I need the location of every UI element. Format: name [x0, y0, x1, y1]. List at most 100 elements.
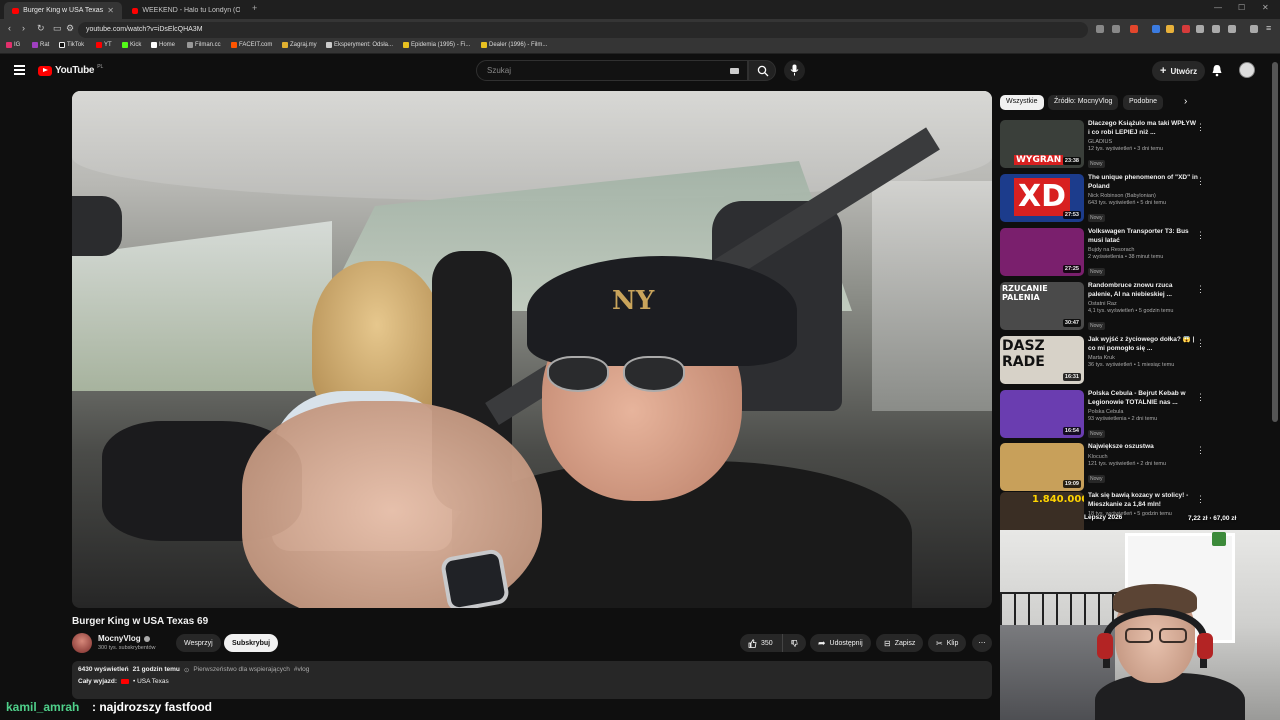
brave-shield-icon[interactable] [1130, 25, 1138, 33]
tab-inactive[interactable]: WEEKEND - Halo tu Londyn (Oficjaln... [124, 2, 248, 19]
recommendation-item[interactable]: DASZ RADE 16:31 Jak wyjść z życiowego dołk… [1000, 336, 1210, 386]
bookmark-item[interactable]: Filman.cc [187, 42, 221, 48]
close-tab-icon[interactable]: ✕ [107, 6, 114, 15]
video-thumbnail[interactable]: 19:09 [1000, 443, 1084, 491]
recommendation-title[interactable]: Tak się bawią kozacy w stolicy! - Mieszk… [1088, 492, 1198, 509]
recommendation-title[interactable]: The unique phenomenon of "XD" in Poland [1088, 174, 1198, 191]
more-vertical-icon[interactable]: ⋮ [1196, 494, 1205, 505]
install-icon[interactable] [1112, 25, 1120, 33]
notifications-bell-icon[interactable] [1211, 64, 1223, 77]
more-vertical-icon[interactable]: ⋮ [1196, 445, 1205, 456]
recommendation-channel[interactable]: GLADIUS [1088, 139, 1198, 145]
bookmark-item[interactable]: Rat [32, 42, 49, 48]
more-vertical-icon[interactable]: ⋮ [1196, 230, 1205, 241]
bookmark-item[interactable]: TikTok [59, 42, 84, 48]
forward-icon[interactable]: › [22, 23, 25, 33]
more-vertical-icon[interactable]: ⋮ [1196, 392, 1205, 403]
recommendation-channel[interactable]: Nick Robinson (Babylonian) [1088, 193, 1198, 199]
save-button[interactable]: ⊟ Zapisz [876, 634, 924, 652]
youtube-logo[interactable]: YouTube PL [38, 64, 103, 76]
support-button[interactable]: Wesprzyj [176, 634, 221, 652]
tab-active[interactable]: Burger King w USA Texas 69 ✕ [4, 2, 122, 19]
bookmark-item[interactable]: IG [6, 42, 20, 48]
bookmark-item[interactable]: Zagraj.my [282, 42, 317, 48]
recommendation-item[interactable]: 16:54 Polska Cebula - Bejrut Kebab w Legi… [1000, 390, 1210, 440]
extension-icon[interactable] [1152, 25, 1160, 33]
recommendation-channel[interactable]: Polska Cebula [1088, 409, 1198, 415]
recommendation-channel[interactable]: Klocuch [1088, 454, 1198, 460]
recommendation-item[interactable]: RZUCANIE PALENIA 30:47 Randombruce znowu r… [1000, 282, 1210, 332]
recommendation-item[interactable]: XD 27:53 The unique phenomenon of "XD" in … [1000, 174, 1210, 224]
recommendation-title[interactable]: Randombruce znowu rzuca palenie, AI na n… [1088, 282, 1198, 299]
bookmark-item[interactable]: Epidemia (1995) - Fi... [403, 42, 470, 48]
video-thumbnail[interactable]: 16:54 [1000, 390, 1084, 438]
video-thumbnail[interactable]: RZUCANIE PALENIA 30:47 [1000, 282, 1084, 330]
channel-name[interactable]: MocnyVlog [98, 634, 150, 643]
like-button[interactable]: 350 [740, 634, 782, 652]
playlist-link[interactable]: • USA Texas [133, 678, 169, 685]
site-info-icon[interactable]: ⚙ [66, 23, 74, 34]
extension-icon[interactable] [1182, 25, 1190, 33]
clip-button[interactable]: ✂ Klip [928, 634, 967, 652]
video-player[interactable]: NY [72, 91, 992, 608]
new-tab-icon[interactable]: + [252, 3, 257, 13]
bookmark-item[interactable]: Eksperyment: Odsła... [326, 42, 393, 48]
dislike-button[interactable] [782, 634, 806, 652]
extensions-puzzle-icon[interactable] [1196, 25, 1204, 33]
chip-all[interactable]: Wszystkie [1000, 95, 1044, 110]
back-icon[interactable]: ‹ [8, 23, 11, 33]
video-thumbnail[interactable]: DASZ RADE 16:31 [1000, 336, 1084, 384]
bookmark-item[interactable]: FACEIT.com [231, 42, 272, 48]
close-window-icon[interactable]: ✕ [1262, 3, 1269, 12]
hamburger-menu-icon[interactable] [14, 65, 25, 75]
share-button[interactable]: ➦ Udostępnij [810, 634, 871, 652]
recommendation-title[interactable]: Polska Cebula - Bejrut Kebab w Legionowi… [1088, 390, 1198, 407]
subscribe-button[interactable]: Subskrybuj [224, 634, 279, 652]
recommendation-title[interactable]: Największe oszustwa [1088, 443, 1198, 452]
video-thumbnail[interactable]: 1.840.000 [1000, 492, 1084, 530]
page-scrollbar[interactable] [1272, 62, 1278, 422]
download-icon[interactable] [1212, 25, 1220, 33]
url-field[interactable]: youtube.com/watch?v=iDsElcQHA3M [78, 22, 1088, 38]
more-vertical-icon[interactable]: ⋮ [1196, 284, 1205, 295]
bookmark-item[interactable]: Kick [122, 42, 141, 48]
chevron-right-icon[interactable]: › [1184, 96, 1187, 107]
description-box[interactable]: 6430 wyświetleń 21 godzin temu ⊙ Pierwsz… [72, 661, 992, 699]
search-input[interactable]: Szukaj [476, 60, 748, 81]
video-thumbnail[interactable]: WYGRAN 23:38 [1000, 120, 1084, 168]
voice-search-button[interactable] [784, 60, 805, 81]
recommendation-channel[interactable]: Marta Kruk [1088, 355, 1198, 361]
recommendation-title[interactable]: Volkswagen Transporter T3: Bus musi lata… [1088, 228, 1198, 245]
cast-icon[interactable] [1096, 25, 1104, 33]
bookmark-item[interactable]: YT [96, 42, 112, 48]
maximize-icon[interactable]: ☐ [1238, 3, 1245, 12]
reload-icon[interactable]: ↻ [37, 23, 45, 34]
recommendation-item[interactable]: 27:25 Volkswagen Transporter T3: Bus musi… [1000, 228, 1210, 278]
video-thumbnail[interactable]: 27:25 [1000, 228, 1084, 276]
minimize-icon[interactable]: — [1214, 3, 1222, 12]
recommendation-title[interactable]: Jak wyjść z życiowego dołka? 😱 | co mi p… [1088, 336, 1198, 353]
recommendation-item[interactable]: 19:09 Największe oszustwa Klocuch 121 tys. … [1000, 443, 1210, 493]
account-avatar[interactable] [1239, 62, 1255, 78]
more-actions-button[interactable]: ⋯ [972, 634, 992, 652]
recommendation-title[interactable]: Dlaczego Książulo ma taki WPŁYW i co rob… [1088, 120, 1198, 137]
recommendation-channel[interactable]: Ostatni Raz [1088, 301, 1198, 307]
video-thumbnail[interactable]: XD 27:53 [1000, 174, 1084, 222]
recommendation-item[interactable]: 1.840.000 Tak się bawią kozacy w stolicy!… [1000, 492, 1210, 530]
bookmark-item[interactable]: Home [151, 42, 175, 48]
search-button[interactable] [748, 60, 776, 81]
keyboard-icon[interactable] [730, 68, 739, 74]
bookmark-item[interactable]: Dealer (1996) - Film... [481, 42, 547, 48]
bookmark-manager-icon[interactable]: ▭ [53, 23, 62, 34]
browser-menu-icon[interactable]: ≡ [1266, 23, 1271, 33]
chip-source[interactable]: Źródło: MocnyVlog [1048, 95, 1119, 110]
more-vertical-icon[interactable]: ⋮ [1196, 338, 1205, 349]
extension-icon[interactable] [1166, 25, 1174, 33]
share-icon[interactable] [1228, 25, 1236, 33]
media-icon[interactable] [1250, 25, 1258, 33]
more-vertical-icon[interactable]: ⋮ [1196, 122, 1205, 133]
create-button[interactable]: + Utwórz [1152, 61, 1206, 81]
recommendation-item[interactable]: WYGRAN 23:38 Dlaczego Książulo ma taki WPŁ… [1000, 120, 1210, 170]
more-vertical-icon[interactable]: ⋮ [1196, 176, 1205, 187]
recommendation-channel[interactable]: Bujdy na Resorach [1088, 247, 1198, 253]
